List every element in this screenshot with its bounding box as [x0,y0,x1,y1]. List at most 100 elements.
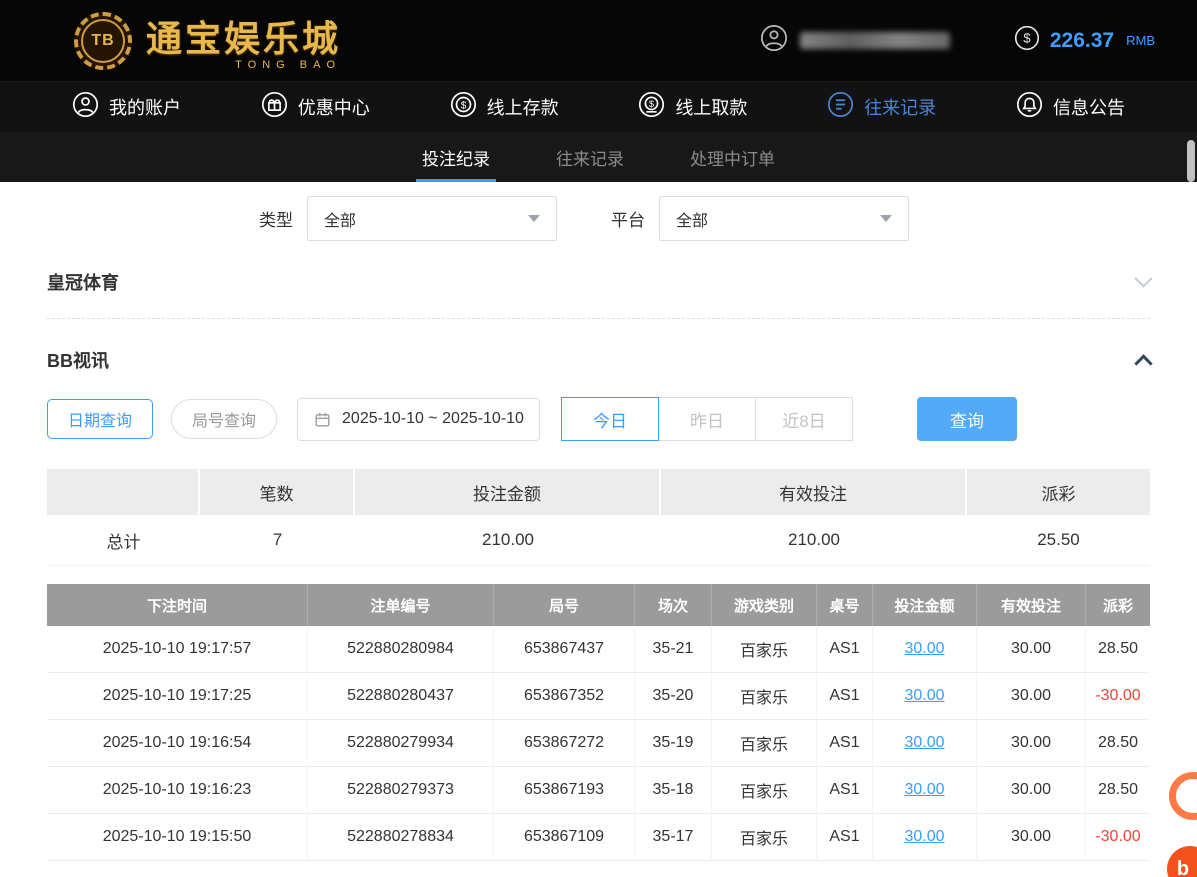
tab-processing-orders[interactable]: 处理中订单 [684,132,781,182]
quick-range-group: 今日 昨日 近8日 [560,397,853,441]
col-header: 游戏类别 [712,584,817,626]
logo-title: 通宝娱乐城 [146,18,342,60]
bell-icon [1016,91,1043,123]
summary-header-blank [47,469,200,515]
today-button[interactable]: 今日 [560,397,659,441]
summary-total-row: 总计 7 210.00 210.00 25.50 [47,515,1150,566]
summary-bet-amount: 210.00 [355,515,661,566]
calendar-icon [315,412,330,427]
tab-label: 处理中订单 [690,149,775,169]
svg-text:$: $ [460,100,466,111]
table-row: 2025-10-10 19:15:50 522880278834 6538671… [47,814,1150,861]
date-range-value: 2025-10-10 ~ 2025-10-10 [342,410,524,427]
site-logo[interactable]: TB 通宝娱乐城 TONG BAO [74,10,341,71]
nav-item-withdraw[interactable]: $ 线上取款 [638,91,747,123]
round-no-cell: 653867193 [494,767,635,814]
nav-item-records[interactable]: 往来记录 [827,91,936,123]
account-summary[interactable] [760,24,950,57]
summary-count: 7 [200,515,355,566]
bet-no-cell: 522880280984 [308,626,494,673]
yesterday-button[interactable]: 昨日 [657,397,756,441]
table-row: 2025-10-10 19:16:54 522880279934 6538672… [47,720,1150,767]
game-type-cell: 百家乐 [712,767,817,814]
bet-amount-link[interactable]: 30.00 [904,781,944,799]
scrollbar[interactable] [1187,140,1195,182]
bet-time-cell: 2025-10-10 19:16:54 [47,720,308,767]
summary-header-row: 笔数 投注金额 有效投注 派彩 [47,469,1150,515]
summary-payout: 25.50 [967,515,1150,566]
date-range-input[interactable]: 2025-10-10 ~ 2025-10-10 [297,397,540,441]
nav-item-promotions[interactable]: 优惠中心 [261,91,370,123]
nav-item-announcements[interactable]: 信息公告 [1016,91,1125,123]
tab-transaction-records[interactable]: 往来记录 [550,132,630,182]
balance-display[interactable]: $ 226.37 RMB [1014,25,1155,56]
section-bb-video[interactable]: BB视讯 [47,325,1153,395]
bet-amount-link[interactable]: 30.00 [904,734,944,752]
bet-amount-link[interactable]: 30.00 [904,687,944,705]
logo-subtitle: TONG BAO [235,59,342,71]
game-type-cell: 百家乐 [712,626,817,673]
user-icon [72,91,99,123]
type-select[interactable]: 全部 [307,196,557,241]
table-row: 2025-10-10 19:16:23 522880279373 6538671… [47,767,1150,814]
table-row: 2025-10-10 19:17:57 522880280984 6538674… [47,626,1150,673]
bet-time-cell: 2025-10-10 19:17:57 [47,626,308,673]
col-header: 局号 [494,584,635,626]
col-header: 有效投注 [977,584,1086,626]
search-button[interactable]: 查询 [916,397,1017,441]
section-title: 皇冠体育 [47,272,119,293]
bet-no-cell: 522880278834 [308,814,494,861]
payout-cell: -30.00 [1086,673,1150,720]
platform-filter-label: 平台 [611,211,645,230]
round-query-button[interactable]: 局号查询 [171,399,278,439]
gift-icon [261,91,288,123]
tab-bet-records[interactable]: 投注纪录 [416,132,496,182]
valid-bet-cell: 30.00 [977,720,1086,767]
chevron-up-icon[interactable] [1134,353,1153,373]
bet-amount-link[interactable]: 30.00 [904,640,944,658]
dollar-icon: $ [1014,25,1040,56]
game-type-cell: 百家乐 [712,673,817,720]
tab-label: 往来记录 [556,149,624,169]
platform-select-value: 全部 [676,212,709,230]
nav-label: 信息公告 [1052,98,1125,118]
bet-time-cell: 2025-10-10 19:16:23 [47,767,308,814]
nav-item-deposit[interactable]: $ 线上存款 [450,91,559,123]
chip-tb-label: TB [91,31,115,49]
session-cell: 35-19 [635,720,712,767]
details-header-row: 下注时间 注单编号 局号 场次 游戏类别 桌号 投注金额 有效投注 派彩 [47,584,1150,626]
chevron-down-icon [880,215,892,222]
bet-no-cell: 522880279373 [308,767,494,814]
table-no-cell: AS1 [817,767,873,814]
summary-header: 投注金额 [355,469,661,515]
bet-time-cell: 2025-10-10 19:17:25 [47,673,308,720]
game-type-cell: 百家乐 [712,720,817,767]
payout-cell: 28.50 [1086,626,1150,673]
table-no-cell: AS1 [817,673,873,720]
summary-header: 有效投注 [661,469,967,515]
col-header: 派彩 [1086,584,1150,626]
section-crown-sports[interactable]: 皇冠体育 [47,245,1153,319]
username-masked [799,32,950,49]
platform-select[interactable]: 全部 [659,196,909,241]
chevron-down-icon [528,215,540,222]
balance-currency: RMB [1126,33,1155,48]
balance-amount: 226.37 [1049,28,1115,52]
date-query-button[interactable]: 日期查询 [47,399,154,439]
tab-label: 投注纪录 [422,149,490,169]
sub-tab-bar: 投注纪录 往来记录 处理中订单 [0,132,1197,182]
chevron-down-icon[interactable] [1134,269,1153,288]
col-header: 下注时间 [47,584,308,626]
col-header: 场次 [635,584,712,626]
coin-withdraw-icon: $ [638,91,665,123]
table-no-cell: AS1 [817,814,873,861]
main-nav: 我的账户 优惠中心 $ 线上存款 $ 线上取款 往来记录 信息公告 [0,81,1197,132]
last8days-button[interactable]: 近8日 [754,397,853,441]
casino-chip-icon: TB [74,11,132,70]
type-select-value: 全部 [324,212,357,230]
game-type-cell: 百家乐 [712,814,817,861]
valid-bet-cell: 30.00 [977,767,1086,814]
valid-bet-cell: 30.00 [977,814,1086,861]
nav-item-my-account[interactable]: 我的账户 [72,91,181,123]
bet-amount-link[interactable]: 30.00 [904,828,944,846]
